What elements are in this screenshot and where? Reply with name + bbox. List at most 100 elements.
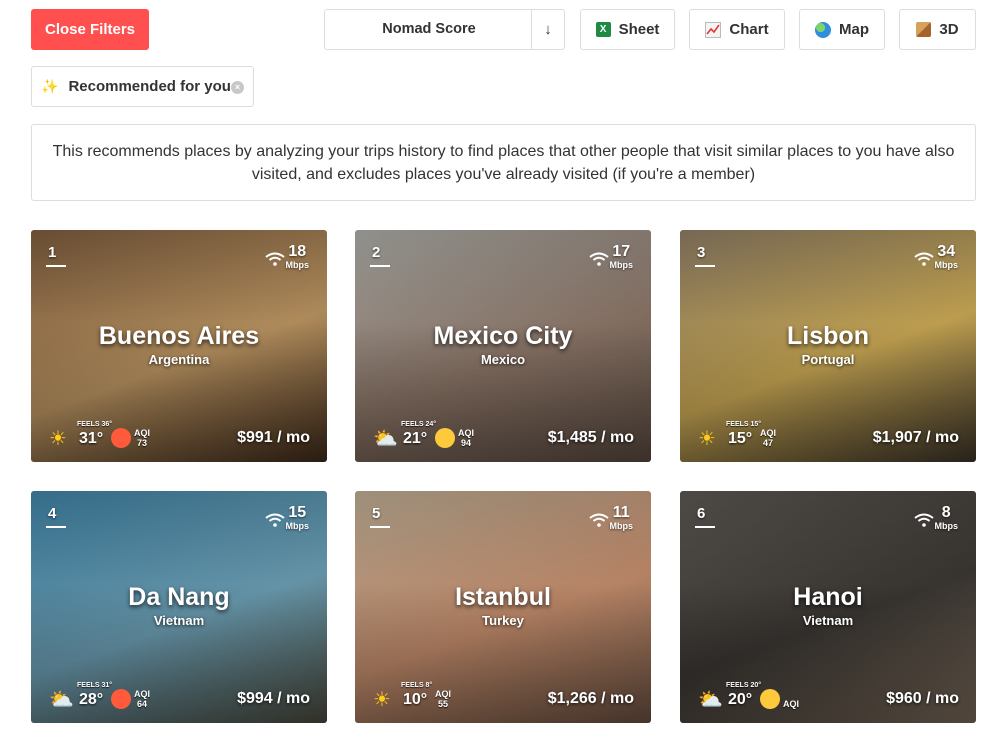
cost-of-living: $1,266 / mo <box>547 690 634 707</box>
sort-dropdown-label[interactable]: Nomad Score <box>325 10 533 49</box>
city-card[interactable]: 4 15 Mbps Da Nang Vietnam ⛅ FEELS 31° 28° AQI 64 $… <box>31 491 327 723</box>
aqi-value: 94 <box>461 438 472 448</box>
card-rank: 3 <box>697 244 706 261</box>
country-name: Portugal <box>801 352 855 367</box>
air-quality: AQI <box>783 699 799 709</box>
feels-like-temp: FEELS 20° <box>726 682 762 689</box>
city-card[interactable]: 2 17 Mbps Mexico City Mexico ⛅ FEELS 24° 21° AQI… <box>355 230 651 462</box>
internet-speed-value: 17 <box>612 243 631 260</box>
air-quality-face-icon <box>111 428 131 448</box>
rank-underline <box>370 265 390 267</box>
city-name: Hanoi <box>793 583 863 611</box>
city-name: Lisbon <box>787 322 869 350</box>
country-name: Vietnam <box>153 613 205 628</box>
map-view-button[interactable]: Map <box>799 9 885 50</box>
internet-speed-value: 11 <box>612 504 630 521</box>
rank-underline <box>695 526 715 528</box>
wifi-icon <box>589 513 609 527</box>
package-icon <box>916 22 932 37</box>
aqi-label: AQI <box>134 428 151 438</box>
rank-underline <box>46 265 66 267</box>
sort-direction-icon[interactable]: ↓ <box>531 10 564 49</box>
rank-underline <box>695 265 715 267</box>
cost-of-living: $1,485 / mo <box>547 429 634 446</box>
3d-view-button[interactable]: 3D <box>899 9 976 50</box>
internet-speed: 8 Mbps <box>935 505 959 532</box>
weather-icon: ☀ <box>373 689 391 711</box>
internet-speed: 15 Mbps <box>286 505 310 532</box>
air-quality: AQI 73 <box>134 428 150 448</box>
feels-like-temp: FEELS 15° <box>726 421 762 428</box>
chart-icon <box>705 21 722 38</box>
city-name: Da Nang <box>128 583 230 611</box>
city-card[interactable]: 1 18 Mbps Buenos Aires Argentina ☀ FEELS 36° 31… <box>31 230 327 462</box>
weather-icon: ⛅ <box>698 689 723 711</box>
temperature: 28° <box>79 691 104 708</box>
cost-of-living: $994 / mo <box>237 690 310 707</box>
internet-speed-value: 8 <box>941 504 951 521</box>
air-quality-face-icon <box>111 689 131 709</box>
temperature: 21° <box>403 430 428 447</box>
aqi-value: 55 <box>438 699 449 709</box>
card-rank: 4 <box>48 505 57 522</box>
weather-icon: ⛅ <box>49 689 74 711</box>
air-quality: AQI 55 <box>435 689 451 709</box>
aqi-label: AQI <box>783 699 800 709</box>
city-name: Buenos Aires <box>98 322 260 350</box>
city-card[interactable]: 6 8 Mbps Hanoi Vietnam ⛅ FEELS 20° 20° AQI $960 /… <box>680 491 976 723</box>
air-quality: AQI 94 <box>458 428 474 448</box>
city-name: Mexico City <box>433 322 573 350</box>
internet-speed-unit: Mbps <box>285 521 310 531</box>
aqi-label: AQI <box>435 689 452 699</box>
internet-speed-unit: Mbps <box>609 260 634 270</box>
sheet-view-label: Sheet <box>618 21 660 38</box>
aqi-value: 73 <box>137 438 148 448</box>
internet-speed-unit: Mbps <box>285 260 310 270</box>
card-rank: 2 <box>372 244 381 261</box>
wifi-icon <box>914 252 934 266</box>
remove-filter-icon[interactable]: × <box>231 81 244 94</box>
air-quality-face-icon <box>435 428 455 448</box>
internet-speed-value: 18 <box>288 243 307 260</box>
internet-speed-value: 34 <box>937 243 956 260</box>
air-quality-face-icon <box>760 689 780 709</box>
sparkles-icon: ✨ <box>41 78 59 94</box>
aqi-label: AQI <box>760 428 777 438</box>
globe-icon <box>815 21 831 38</box>
aqi-label: AQI <box>134 689 151 699</box>
aqi-value: 47 <box>763 438 774 448</box>
card-rank: 1 <box>48 244 57 261</box>
cost-of-living: $991 / mo <box>237 429 310 446</box>
internet-speed-unit: Mbps <box>934 521 959 531</box>
country-name: Argentina <box>148 352 210 367</box>
temperature: 10° <box>403 691 428 708</box>
city-card[interactable]: 5 11 Mbps Istanbul Turkey ☀ FEELS 8° 10° AQI 55 $1… <box>355 491 651 723</box>
air-quality: AQI 47 <box>760 428 776 448</box>
feels-like-temp: FEELS 36° <box>77 421 113 428</box>
air-quality: AQI 64 <box>134 689 150 709</box>
sort-dropdown[interactable]: Nomad Score ↓ <box>324 9 565 50</box>
temperature: 20° <box>728 691 753 708</box>
close-filters-button[interactable]: Close Filters <box>31 9 149 50</box>
filter-chip-recommended[interactable]: ✨ Recommended for you × <box>31 66 254 107</box>
rank-underline <box>46 526 66 528</box>
internet-speed-unit: Mbps <box>934 260 959 270</box>
internet-speed-value: 15 <box>288 504 307 521</box>
chart-view-button[interactable]: Chart <box>689 9 785 50</box>
wifi-icon <box>589 252 609 266</box>
city-name: Istanbul <box>455 583 551 611</box>
card-rank: 5 <box>372 505 381 522</box>
filter-chip-label: Recommended for you <box>68 78 231 95</box>
wifi-icon <box>265 513 285 527</box>
internet-speed: 34 Mbps <box>935 244 959 271</box>
map-view-label: Map <box>839 21 869 38</box>
sheet-view-button[interactable]: X Sheet <box>580 9 675 50</box>
temperature: 15° <box>728 430 753 447</box>
feels-like-temp: FEELS 31° <box>77 682 113 689</box>
city-card[interactable]: 3 34 Mbps Lisbon Portugal ☀ FEELS 15° 15° AQI 47 $… <box>680 230 976 462</box>
weather-icon: ☀ <box>49 428 67 450</box>
rank-underline <box>370 526 390 528</box>
3d-view-label: 3D <box>939 21 959 38</box>
toolbar: Close Filters Nomad Score ↓ X Sheet Char… <box>0 0 1000 60</box>
spreadsheet-icon: X <box>595 22 611 37</box>
